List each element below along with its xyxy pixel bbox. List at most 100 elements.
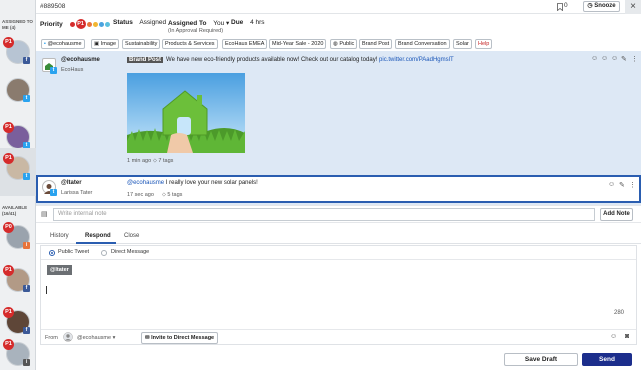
tag-icon: ⬦ — [153, 158, 157, 164]
ticket-tag-label: Public — [339, 41, 355, 47]
invite-to-dm-button[interactable]: ✉ Invite to Direct Message — [141, 332, 219, 344]
message-tags-label: 7 tags — [158, 158, 174, 164]
image-icon: ▣ — [94, 41, 101, 47]
tab-history[interactable]: History — [50, 233, 69, 239]
reply-composer: Public Tweet Direct Message @ltater 280 … — [40, 245, 637, 345]
add-note-button[interactable]: Add Note — [600, 208, 633, 221]
customer-mention[interactable]: @ecohausme — [127, 180, 164, 186]
priority-dot[interactable] — [69, 21, 75, 27]
ticket-tag[interactable]: ▣ Image — [91, 39, 120, 49]
clock-icon: ◷ — [587, 3, 593, 9]
customer-tags-count[interactable]: ⬦ 5 tags — [162, 192, 182, 199]
ticket-id: #889508 — [40, 3, 66, 10]
bookmark-count: 0 — [564, 2, 568, 9]
priority-dot[interactable] — [92, 21, 98, 27]
priority-dots[interactable]: P1 — [69, 19, 111, 29]
priority-value-badge: P1 — [75, 19, 86, 29]
twitter-icon: t — [50, 189, 57, 196]
message-handle: @ecohausme — [61, 57, 100, 63]
reply-text-area[interactable] — [46, 286, 47, 294]
priority-dot[interactable] — [86, 21, 92, 27]
app-window: ASSIGNED TO ME (4) P1 f t P1 t P1 t P0 i P1 f P1 f P1… — [0, 0, 641, 370]
ticket-tag[interactable]: Brand Post — [359, 39, 393, 49]
due-label: Due — [231, 19, 244, 26]
ticket-tag[interactable]: ▪ @ecohausme — [41, 39, 85, 49]
message-body: We have new eco-friendly products availa… — [166, 57, 378, 63]
tab-close[interactable]: Close — [124, 233, 139, 239]
ticket-topbar: #889508 0 ◷ Snooze × — [36, 0, 641, 14]
send-button[interactable]: Send — [582, 353, 632, 366]
ticket-tag[interactable]: Mid-Year Sale - 2020 — [269, 39, 327, 49]
ticket-tag-label: Help — [478, 41, 490, 47]
ticket-tag[interactable]: Products & Services — [162, 39, 218, 49]
action-tabs: History Respond Close — [36, 230, 641, 244]
message-author-name: EcoHaus — [61, 67, 84, 73]
ticket-tag[interactable]: Sustainability — [122, 39, 161, 49]
reply-icon[interactable]: ☺ — [601, 55, 608, 62]
edit-icon[interactable]: ✎ — [619, 181, 625, 189]
priority-badge: P1 — [3, 265, 14, 276]
network-icon: f — [23, 57, 30, 64]
ticket-tag[interactable]: ◍ Public — [330, 39, 358, 49]
assigned-to-note: (In Approval Required) — [168, 28, 224, 34]
edit-icon[interactable]: ✎ — [621, 55, 627, 63]
invite-label: Invite to Direct Message — [151, 335, 215, 341]
message-link[interactable]: pic.twitter.com/PAadHgmslT — [379, 57, 454, 63]
priority-field[interactable]: Priority P1 — [40, 19, 111, 29]
emoji-picker-icon[interactable]: ☺ — [610, 333, 617, 340]
ticket-tag[interactable]: Brand Conversation — [395, 39, 450, 49]
ticket-tag[interactable]: Help — [475, 39, 493, 49]
ticket-tag-label: Mid-Year Sale - 2020 — [272, 41, 324, 47]
priority-badge: P1 — [3, 37, 14, 48]
save-draft-button[interactable]: Save Draft — [504, 353, 578, 366]
snooze-button[interactable]: ◷ Snooze — [583, 1, 620, 12]
envelope-icon: ✉ — [145, 335, 150, 341]
from-label: From — [45, 335, 58, 341]
direct-message-radio[interactable] — [101, 250, 107, 256]
ticket-tag-label: Brand Conversation — [398, 41, 447, 47]
snooze-label: Snooze — [594, 3, 616, 9]
camera-icon[interactable]: ◙ — [625, 333, 629, 340]
priority-dot[interactable] — [104, 21, 110, 27]
network-icon: i — [23, 242, 30, 249]
message-tags-count[interactable]: ⬦ 7 tags — [153, 158, 173, 165]
bookmark-icon[interactable] — [557, 3, 563, 13]
ticket-tag[interactable]: EcoHaus EMEA — [222, 39, 268, 49]
close-button[interactable]: × — [625, 0, 641, 14]
assigned-to-value: You — [213, 20, 225, 27]
reply-type-selector: Public Tweet Direct Message — [41, 246, 636, 260]
chevron-down-icon: ▾ — [226, 20, 230, 27]
assigned-to-field[interactable]: Assigned To You ▾ (In Approval Required) — [168, 19, 229, 34]
queue-sidebar: ASSIGNED TO ME (4) P1 f t P1 t P1 t P0 i P1 f P1 f P1… — [0, 0, 36, 370]
message-time: 1 min ago — [127, 158, 152, 164]
internal-note-bar: ▤ Write internal note Add Note — [36, 205, 641, 223]
mention-chip[interactable]: @ltater — [47, 265, 72, 275]
priority-badge: P0 — [3, 222, 14, 233]
emoji-icon[interactable]: ☺ — [608, 181, 615, 188]
retweet-icon[interactable]: ☺ — [611, 55, 618, 62]
internal-note-input[interactable]: Write internal note — [53, 208, 595, 221]
priority-badge: P1 — [3, 307, 14, 318]
from-account-select[interactable]: @ecohausme ▾ — [77, 335, 115, 341]
public-tweet-radio[interactable] — [49, 250, 55, 256]
priority-badge: P1 — [3, 153, 14, 164]
more-icon[interactable]: ⋮ — [631, 55, 638, 63]
available-label: AVAILABLE (16/41) — [2, 205, 28, 216]
tag-list: ▪ @ecohausme ▣ Image Sustainability Product… — [36, 38, 641, 51]
tab-respond[interactable]: Respond — [85, 233, 111, 239]
brand-post-message: t @ecohausme EcoHaus Brand Post We have n… — [36, 51, 641, 171]
priority-badge: P1 — [3, 339, 14, 350]
public-tweet-label[interactable]: Public Tweet — [58, 249, 89, 255]
more-icon[interactable]: ⋮ — [629, 181, 636, 189]
post-image[interactable] — [127, 73, 245, 153]
character-counter: 280 — [614, 310, 625, 316]
twitter-icon: t — [50, 67, 57, 74]
ticket-tag[interactable]: Solar — [453, 39, 472, 49]
customer-message-time: 17 sec ago — [127, 192, 154, 198]
network-icon: f — [23, 285, 30, 292]
emoji-icon[interactable]: ☺ — [591, 55, 598, 62]
ticket-tag-label: Brand Post — [362, 41, 390, 47]
brand-post-badge: Brand Post — [127, 57, 164, 63]
direct-message-label[interactable]: Direct Message — [111, 249, 149, 255]
priority-dot[interactable] — [98, 21, 104, 27]
